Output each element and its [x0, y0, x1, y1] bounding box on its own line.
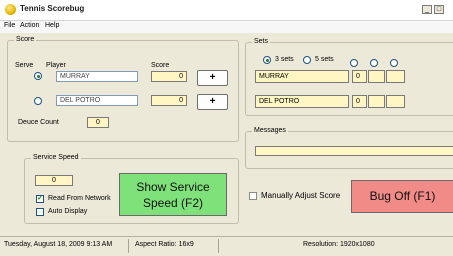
deuce-count-field[interactable]: 0 [87, 117, 109, 128]
bug-off-button[interactable]: Bug Off (F1) [351, 180, 453, 213]
serve-radio-player1[interactable] [34, 72, 42, 80]
sets-player2-set3[interactable] [386, 95, 405, 108]
status-separator [128, 239, 129, 253]
score-header: Score [151, 62, 170, 69]
set3-select-radio[interactable] [390, 59, 398, 67]
three-sets-label: 3 sets [275, 56, 294, 63]
player1-add-point-button[interactable]: + [197, 70, 228, 86]
menu-bar: File Action Help [0, 21, 453, 33]
serve-radio-player2[interactable] [34, 97, 42, 105]
auto-display-label: Auto Display [48, 208, 88, 215]
player1-name-field[interactable]: MURRAY [56, 71, 138, 82]
tennis-ball-icon [5, 4, 16, 15]
minimize-button[interactable]: _ [422, 5, 432, 14]
sets-player1-set2[interactable] [368, 70, 385, 83]
status-aspect-ratio: Aspect Ratio: 16x9 [135, 241, 194, 248]
menu-file[interactable]: File [4, 22, 15, 29]
messages-legend: Messages [252, 127, 288, 134]
set1-select-radio[interactable] [350, 59, 358, 67]
three-sets-radio[interactable] [263, 56, 271, 64]
sets-player1-name: MURRAY [255, 70, 349, 83]
service-speed-field[interactable]: 0 [35, 175, 73, 186]
score-group: Score [7, 36, 239, 142]
manually-adjust-score-checkbox[interactable] [249, 192, 257, 200]
window-title: Tennis Scorebug [20, 4, 85, 13]
status-resolution: Resolution: 1920x1080 [303, 241, 375, 248]
menu-help[interactable]: Help [45, 22, 59, 29]
set2-select-radio[interactable] [370, 59, 378, 67]
read-from-network-checkbox[interactable]: ✓ [36, 195, 44, 203]
messages-field[interactable] [255, 146, 453, 156]
player2-add-point-button[interactable]: + [197, 94, 228, 110]
menu-action[interactable]: Action [20, 22, 39, 29]
player2-score-field[interactable]: 0 [151, 95, 187, 106]
service-speed-legend: Service Speed [31, 154, 81, 161]
read-from-network-label: Read From Network [48, 195, 111, 202]
manually-adjust-score-label: Manually Adjust Score [261, 191, 341, 200]
auto-display-checkbox[interactable] [36, 208, 44, 216]
status-separator [218, 239, 219, 253]
status-bar: Tuesday, August 18, 2009 9:13 AM Aspect … [0, 236, 453, 256]
title-bar: Tennis Scorebug _ □ [0, 0, 453, 21]
show-service-speed-button[interactable]: Show Service Speed (F2) [119, 173, 227, 216]
player1-score-field[interactable]: 0 [151, 71, 187, 82]
sets-player2-set2[interactable] [368, 95, 385, 108]
sets-player1-set3[interactable] [386, 70, 405, 83]
maximize-button[interactable]: □ [434, 5, 444, 14]
player-header: Player [46, 62, 66, 69]
score-legend: Score [14, 36, 37, 43]
deuce-count-label: Deuce Count [18, 119, 59, 126]
five-sets-label: 5 sets [315, 56, 334, 63]
sets-player1-set1[interactable]: 0 [352, 70, 367, 83]
sets-legend: Sets [252, 38, 271, 45]
sets-player2-set1[interactable]: 0 [352, 95, 367, 108]
sets-player2-name: DEL POTRO [255, 95, 349, 108]
five-sets-radio[interactable] [303, 56, 311, 64]
serve-header: Serve [15, 62, 34, 69]
app-window: Tennis Scorebug _ □ File Action Help Sco… [0, 0, 453, 256]
player2-name-field[interactable]: DEL POTRO [56, 95, 138, 106]
status-datetime: Tuesday, August 18, 2009 9:13 AM [4, 241, 113, 248]
